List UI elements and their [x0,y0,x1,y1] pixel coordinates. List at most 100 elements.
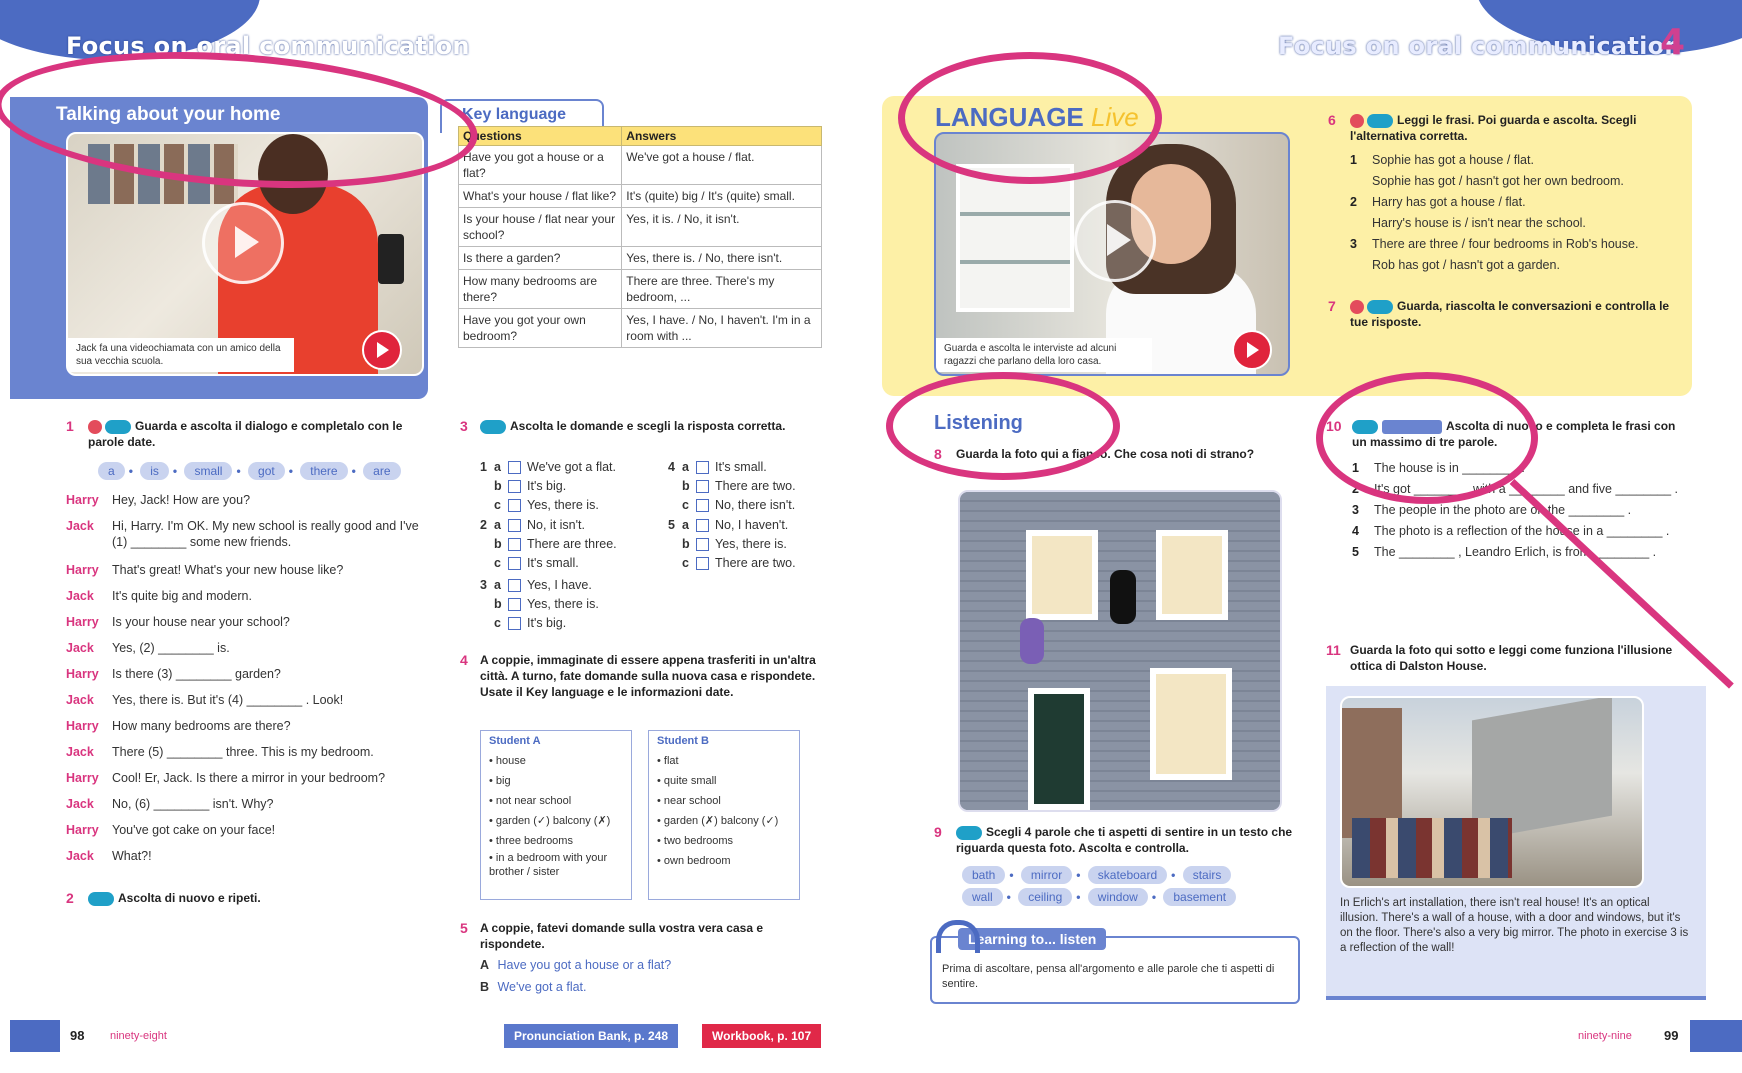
ex3-group-4: 4 a It's small. b There are two. c No, there… [668,460,796,513]
line-text: Hi, Harry. I'm OK. My new school is real… [112,519,419,549]
ex10-item: 4 The photo is a reflection of the house … [1352,524,1670,538]
ex7-instruction: Guarda, riascolta le conversazioni e con… [1350,298,1680,330]
cell-question: Is there a garden? [457,246,623,270]
example-a-text: Have you got a house or a flat? [497,958,672,972]
ex9-word-bank-row2: wall • ceiling • window • basement [960,888,1238,906]
workbook-button[interactable]: Workbook, p. 107 [702,1024,822,1048]
ex11-number: 11 [1326,642,1341,658]
play-icon[interactable] [202,202,284,284]
cell-question: How many bedrooms are there? [457,269,623,309]
audio-icon[interactable] [480,419,506,434]
video-icon[interactable] [88,419,102,434]
checkbox[interactable] [696,480,709,494]
checkbox[interactable] [508,480,521,494]
card-title: Student B [657,735,709,747]
cell-question: Have you got your own bedroom? [457,308,623,348]
option-text: Yes, there is. [527,498,599,512]
word-chip: mirror [1020,866,1073,884]
ex1-instruction: Guarda e ascolta il dialogo e completalo… [88,418,428,450]
option-text: It's small. [715,460,767,474]
speaker: Jack [66,745,94,759]
page-word-left: ninety-eight [110,1030,167,1042]
audio-icon[interactable] [105,419,131,434]
ex9-text: Scegli 4 parole che ti aspetti di sentir… [956,825,1293,855]
line-text: Hey, Jack! How are you? [112,493,251,507]
cell-answer: We've got a house / flat. [621,145,822,185]
word-chip: there [300,462,348,480]
ex5-example-b: B We've got a flat. [480,980,587,994]
checkbox[interactable] [508,579,521,593]
cell-answer: Yes, I have. / No, I haven't. I'm in a r… [621,308,822,348]
play-icon[interactable] [1074,200,1156,282]
checkbox[interactable] [508,557,521,571]
group-number: 5 [668,518,675,532]
student-b-card: Student B • flat • quite small • near sc… [648,730,800,900]
checkbox[interactable] [508,538,521,552]
speaker: Harry [66,615,99,629]
speaker: Jack [66,693,94,707]
key-language-title: Key language [462,106,567,123]
checkbox[interactable] [696,519,709,533]
ex4-number: 4 [460,652,468,668]
ex5-number: 5 [460,920,468,936]
option-text: It's big. [527,479,567,493]
checkbox[interactable] [508,499,521,513]
audio-icon[interactable] [88,891,114,906]
video-icon[interactable] [1350,299,1364,314]
crowd [1352,818,1512,878]
option-text: No, it isn't. [527,518,585,532]
checkbox[interactable] [696,499,709,513]
window-top-left [1026,530,1098,620]
word-chip: are [363,462,401,480]
checkbox[interactable] [508,461,521,475]
page-word-right: ninety-nine [1578,1030,1632,1042]
headphones-icon [936,920,980,953]
checkbox[interactable] [508,598,521,612]
card-item: • own bedroom [657,855,731,867]
checkbox[interactable] [696,557,709,571]
key-language-table: Questions Answers Have you got a house o… [457,126,822,348]
checkbox[interactable] [696,538,709,552]
table-row: Have you got a house or a flat? We've got… [457,145,822,185]
group-number: 4 [668,460,675,474]
learning-text: Prima di ascoltare, pensa all'argomento … [942,963,1275,990]
cell-question: What's your house / flat like? [457,184,623,208]
speaker: Harry [66,667,99,681]
ex6-item: Harry's house is / isn't near the school… [1372,216,1586,230]
ex10-item: 5 The ________ , Leandro Erlich, is from … [1352,545,1657,559]
ex7-text: Guarda, riascolta le conversazioni e con… [1350,299,1670,329]
card-item: • big [489,775,511,787]
table-row: What's your house / flat like? It's (quit… [457,184,822,208]
audio-icon[interactable] [1367,113,1393,128]
person-purple [1020,618,1044,664]
line-text: Is your house near your school? [112,615,290,629]
checkbox[interactable] [696,461,709,475]
phone [378,234,404,284]
line-text: There (5) ________ three. This is my bed… [112,745,374,759]
table-row: How many bedrooms are there? There are th… [457,269,822,309]
line-text: It's quite big and modern. [112,589,252,603]
video-icon[interactable] [1350,113,1364,128]
annotation-ring-ex10 [1316,372,1538,504]
video-icon[interactable] [362,330,402,370]
audio-icon[interactable] [956,825,982,840]
installation-photo [1340,696,1644,888]
ex6-number: 6 [1328,112,1336,128]
option-text: There are three. [527,537,617,551]
speaker: Harry [66,563,99,577]
checkbox[interactable] [508,519,521,533]
ex6-items: 1 Sophie has got a house / flat. Sophie h… [1350,150,1690,276]
checkbox[interactable] [508,617,521,631]
line-text: No, (6) ________ isn't. Why? [112,797,274,811]
pronunciation-bank-button[interactable]: Pronunciation Bank, p. 248 [504,1024,679,1048]
door [1028,688,1090,810]
ex3-number: 3 [460,418,468,434]
page-number-left: 98 [70,1028,85,1043]
video-icon[interactable] [1232,330,1272,370]
table-row: Is your house / flat near your school? Ye… [457,207,822,247]
audio-icon[interactable] [1367,299,1393,314]
line-text: You've got cake on your face! [112,823,276,837]
line-text: Yes, (2) ________ is. [112,641,230,655]
window-bottom-right [1150,668,1232,780]
student-a-card: Student A • house • big • not near schoo… [480,730,632,900]
